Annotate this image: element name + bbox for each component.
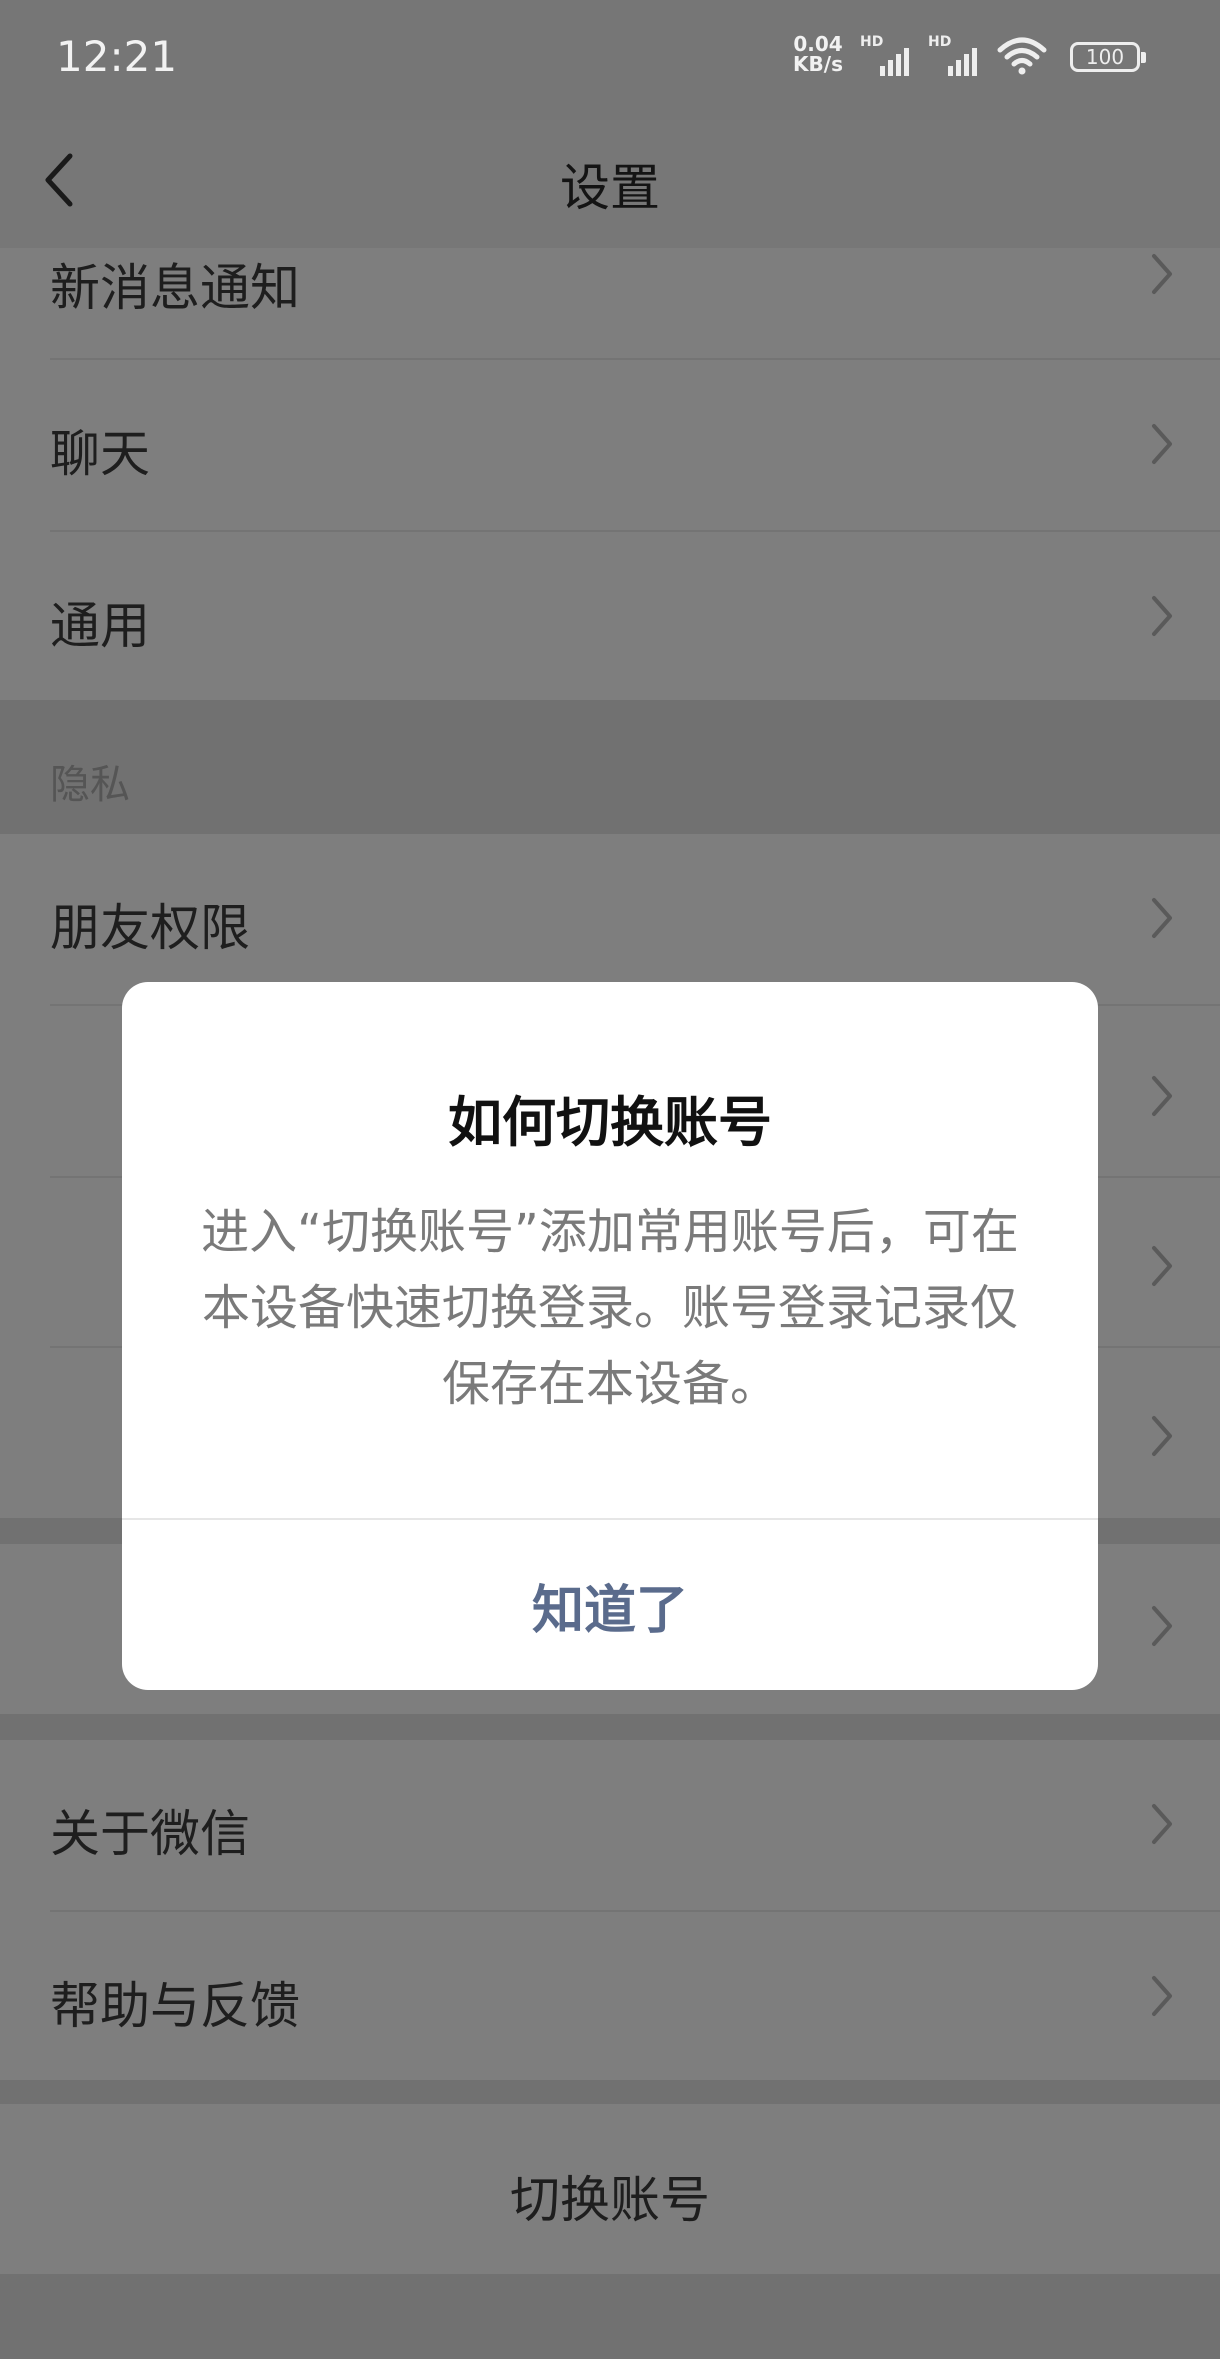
section-gap [0, 1714, 1220, 1740]
settings-row-help-feedback[interactable]: 帮助与反馈 [0, 1912, 1220, 2080]
dialog-body: 进入“切换账号”添加常用账号后，可在本设备快速切换登录。账号登录记录仅保存在本设… [201, 1204, 1019, 1412]
network-speed-value: 0.04 [793, 32, 843, 56]
switch-account-label: 切换账号 [510, 2171, 710, 2229]
status-bar: 12:21 0.04 KB/s HD HD 100 [0, 0, 1220, 120]
battery-icon: 100 [1070, 42, 1146, 72]
row-label: 新消息通知 [50, 259, 300, 317]
settings-row-friend-permissions[interactable]: 朋友权限 [0, 834, 1220, 1006]
settings-row-about-wechat[interactable]: 关于微信 [0, 1740, 1220, 1912]
row-label: 朋友权限 [50, 899, 250, 957]
section-label: 隐私 [50, 762, 130, 808]
wifi-icon [997, 37, 1047, 75]
network-speed: 0.04 KB/s [788, 34, 848, 74]
section-gap [0, 2274, 1220, 2359]
settings-row-chat[interactable]: 聊天 [0, 360, 1220, 532]
chevron-right-icon [1152, 1246, 1172, 1286]
section-header-privacy: 隐私 [0, 700, 1220, 834]
chevron-right-icon [1152, 424, 1172, 464]
row-label: 关于微信 [50, 1805, 250, 1863]
chevron-right-icon [1152, 1076, 1172, 1116]
chevron-right-icon [1152, 898, 1172, 938]
status-time: 12:21 [56, 32, 178, 81]
row-label: 聊天 [50, 425, 150, 483]
chevron-right-icon [1152, 1606, 1172, 1646]
settings-row-general[interactable]: 通用 [0, 532, 1220, 700]
nav-bar: 设置 [0, 120, 1220, 248]
switch-account-button[interactable]: 切换账号 [0, 2104, 1220, 2274]
page-title: 设置 [560, 159, 660, 217]
row-label: 帮助与反馈 [50, 1977, 300, 2035]
network-speed-unit: KB/s [793, 52, 843, 76]
chevron-right-icon [1152, 1416, 1172, 1456]
settings-row-new-message-notification[interactable]: 新消息通知 [0, 248, 1220, 360]
section-gap [0, 2080, 1220, 2104]
switch-account-dialog: 如何切换账号 进入“切换账号”添加常用账号后，可在本设备快速切换登录。账号登录记… [122, 982, 1098, 1690]
chevron-right-icon [1152, 1804, 1172, 1844]
chevron-right-icon [1152, 596, 1172, 636]
got-it-button[interactable]: 知道了 [122, 1520, 1098, 1690]
row-label: 通用 [50, 597, 150, 655]
chevron-right-icon [1152, 1976, 1172, 2016]
dialog-title: 如何切换账号 [448, 1091, 772, 1154]
chevron-right-icon [1152, 254, 1172, 294]
